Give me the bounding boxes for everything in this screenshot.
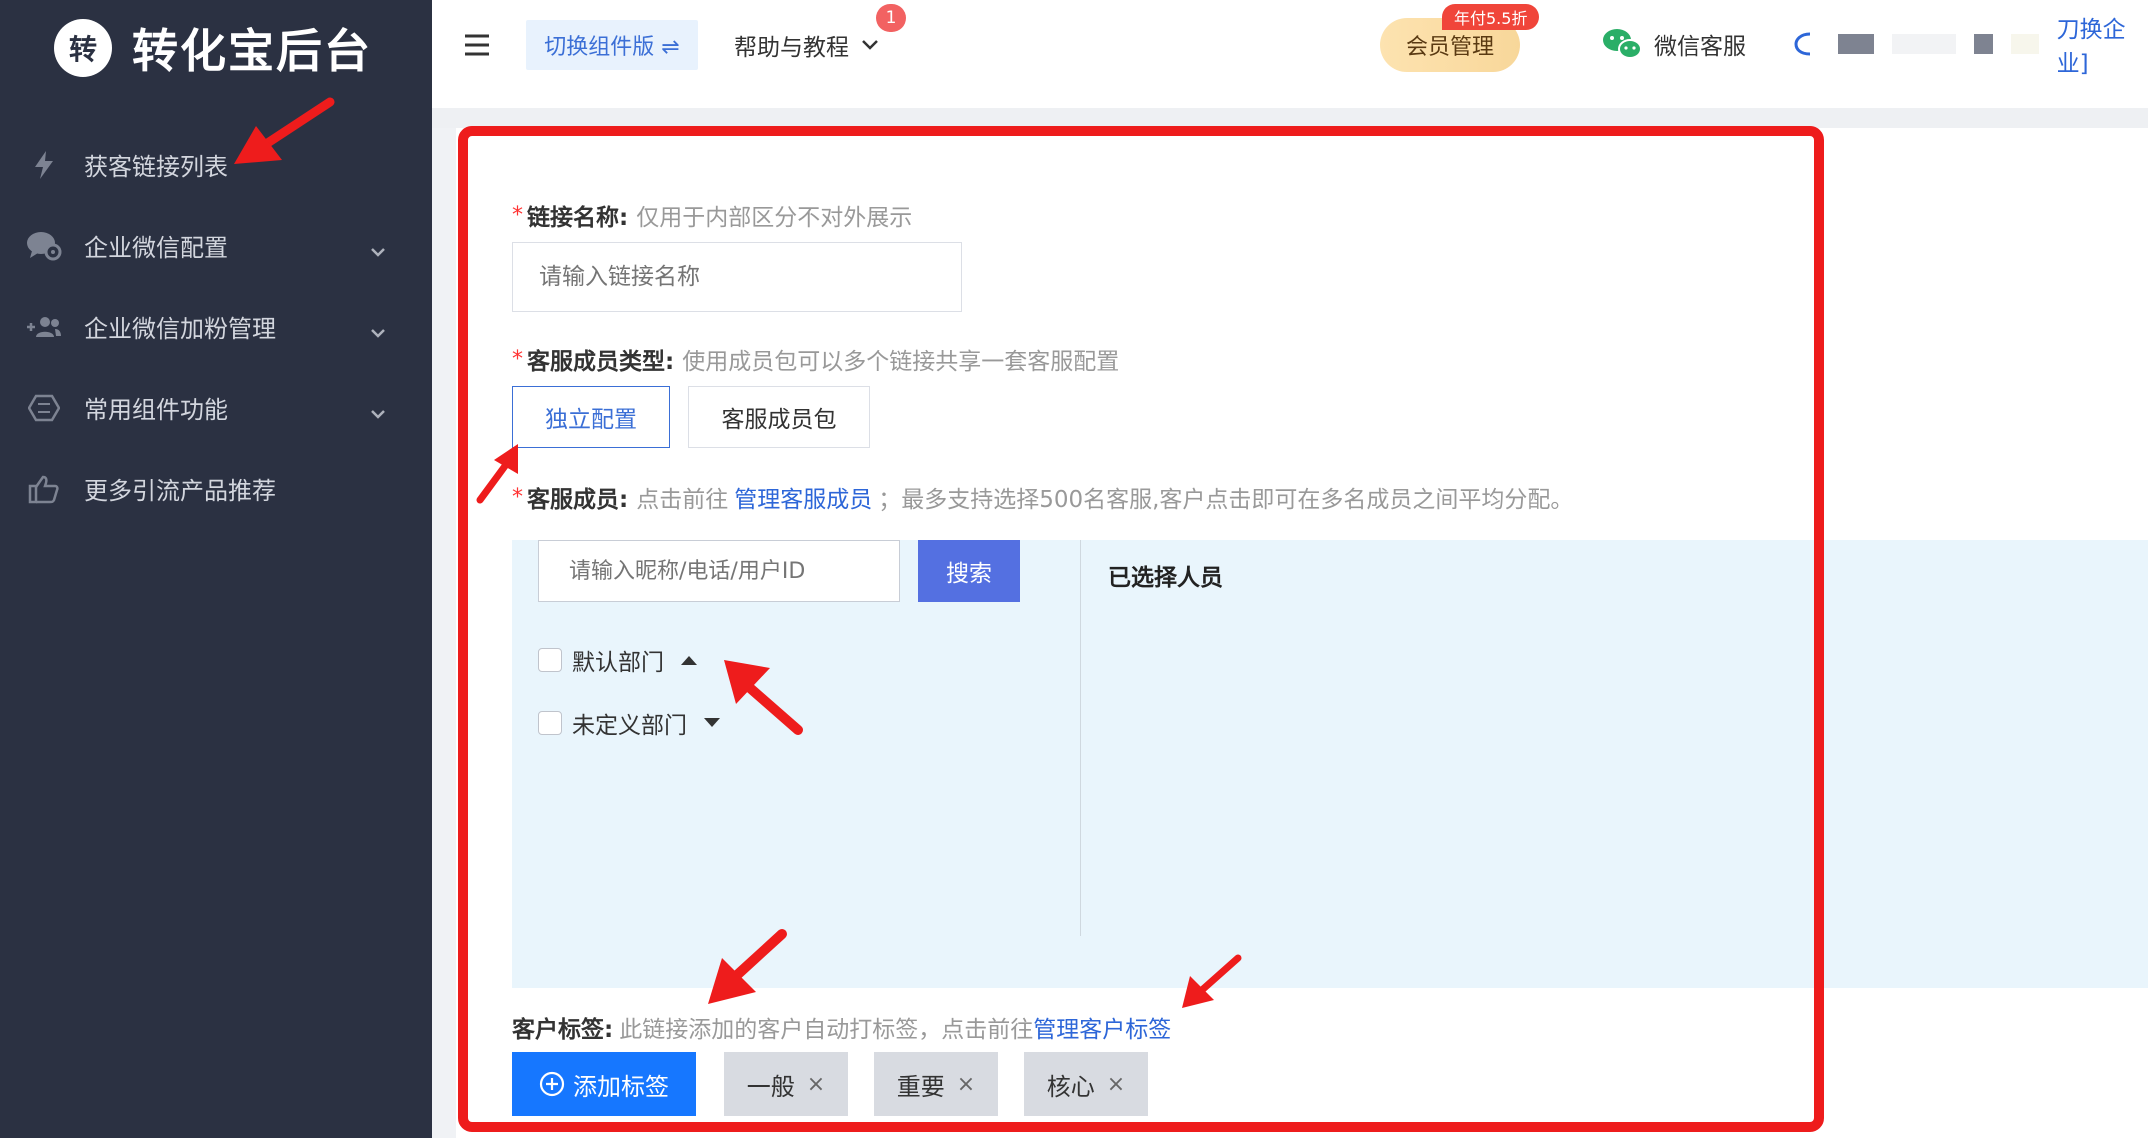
chat-settings-icon <box>26 228 62 264</box>
chevron-down-icon <box>370 397 386 425</box>
customer-tags-label: 客户标签: <box>512 1017 614 1043</box>
help-label: 帮助与教程 <box>734 35 849 61</box>
wechat-service-label: 微信客服 <box>1654 34 1746 60</box>
plus-circle-icon <box>539 1071 565 1097</box>
add-users-icon <box>26 309 62 345</box>
member-type-hint: 使用成员包可以多个链接共享一套客服配置 <box>682 349 1120 375</box>
content-gap <box>432 108 2148 128</box>
lightning-icon <box>26 147 62 183</box>
member-type-label-row: * 客服成员类型: 使用成员包可以多个链接共享一套客服配置 <box>512 342 1119 376</box>
required-mark: * <box>512 484 523 510</box>
help-tutorial-dropdown[interactable]: 帮助与教程 <box>734 20 879 70</box>
sidebar-item-lead-links[interactable]: 获客链接列表 <box>0 124 432 205</box>
sidebar-item-label: 获客链接列表 <box>84 153 228 181</box>
link-name-label-row: * 链接名称: 仅用于内部区分不对外展示 <box>512 198 912 232</box>
add-tag-button[interactable]: 添加标签 <box>512 1052 696 1116</box>
switch-enterprise-label: 刀换企业] <box>2056 17 2126 77</box>
department-row: 未定义部门 <box>538 708 721 739</box>
brand-title: 转化宝后台 <box>132 24 372 78</box>
members-label: 客服成员: <box>527 487 629 513</box>
wechat-service-link[interactable]: 微信客服 <box>1602 22 1746 66</box>
selected-members-title: 已选择人员 <box>1108 565 1223 591</box>
hexagon-icon <box>26 390 62 426</box>
redacted-block <box>1892 34 1956 54</box>
redacted-block <box>1838 34 1875 54</box>
sidebar-item-label: 更多引流产品推荐 <box>84 477 276 505</box>
department-name: 未定义部门 <box>572 713 687 739</box>
required-mark: * <box>512 202 523 228</box>
chevron-down-icon <box>370 235 386 263</box>
member-package-button[interactable]: 客服成员包 <box>688 386 870 448</box>
wechat-icon <box>1602 27 1642 61</box>
loading-icon <box>1792 30 1816 58</box>
sidebar-item-more-products[interactable]: 更多引流产品推荐 <box>0 448 432 529</box>
link-name-hint: 仅用于内部区分不对外展示 <box>636 205 913 231</box>
close-icon[interactable]: × <box>807 1072 825 1097</box>
link-name-input[interactable] <box>512 242 962 312</box>
tag-chip: 重要 × <box>874 1052 998 1116</box>
member-type-label: 客服成员类型: <box>527 349 675 375</box>
sidebar-item-wecom-fans[interactable]: 企业微信加粉管理 <box>0 286 432 367</box>
switch-component-version-button[interactable]: 切换组件版 ⇌ <box>526 20 698 70</box>
sidebar-item-label: 常用组件功能 <box>84 396 228 424</box>
redacted-block <box>1973 34 1994 54</box>
close-icon[interactable]: × <box>1107 1072 1125 1097</box>
members-hint-after: ；最多支持选择500名客服,客户点击即可在多名成员之间平均分配。 <box>878 487 1574 513</box>
member-search-input[interactable] <box>538 540 900 602</box>
sidebar-nav: 获客链接列表 企业微信配置 企业微信加粉管理 常用组件功能 更多引流产品推荐 <box>0 124 432 529</box>
department-checkbox[interactable] <box>538 711 562 735</box>
tag-chip: 核心 × <box>1024 1052 1148 1116</box>
members-label-row: * 客服成员: 点击前往 管理客服成员 ；最多支持选择500名客服,客户点击即可… <box>512 480 1573 514</box>
member-selector-area <box>512 540 2148 988</box>
redacted-block <box>2011 34 2039 54</box>
department-name: 默认部门 <box>572 650 664 676</box>
sidebar: 转 转化宝后台 获客链接列表 企业微信配置 企业微信加粉管理 常用组件功能 更多… <box>0 0 432 1138</box>
switch-enterprise-link[interactable]: 刀换企业] <box>1792 17 2148 77</box>
caret-down-icon[interactable] <box>703 717 721 729</box>
department-row: 默认部门 <box>538 645 698 676</box>
tag-chip: 一般 × <box>724 1052 848 1116</box>
sidebar-item-label: 企业微信配置 <box>84 234 228 262</box>
hamburger-menu-icon[interactable] <box>464 34 490 60</box>
link-name-label: 链接名称: <box>527 205 629 231</box>
close-icon[interactable]: × <box>957 1072 975 1097</box>
add-tag-label: 添加标签 <box>573 1072 669 1101</box>
members-hint-before: 点击前往 <box>636 487 729 513</box>
required-mark: * <box>512 346 523 372</box>
tag-chip-label: 核心 <box>1046 1072 1095 1101</box>
member-selector-divider <box>1080 540 1081 936</box>
brand: 转 转化宝后台 <box>54 18 372 78</box>
member-search-button[interactable]: 搜索 <box>918 540 1020 602</box>
top-bar: 切换组件版 ⇌ 帮助与教程 1 会员管理 年付5.5折 微信客服 刀换企业] <box>432 0 2148 108</box>
chevron-down-icon <box>370 316 386 344</box>
tag-chip-label: 一般 <box>746 1072 795 1101</box>
chevron-down-icon <box>861 39 879 51</box>
sidebar-item-label: 企业微信加粉管理 <box>84 315 276 343</box>
manage-service-members-link[interactable]: 管理客服成员 <box>734 480 872 514</box>
sidebar-item-common-components[interactable]: 常用组件功能 <box>0 367 432 448</box>
brand-logo: 转 <box>54 19 112 77</box>
sidebar-item-wecom-config[interactable]: 企业微信配置 <box>0 205 432 286</box>
customer-tags-label-row: 客户标签: 此链接添加的客户自动打标签，点击前往 管理客户标签 <box>512 1010 1171 1044</box>
discount-badge: 年付5.5折 <box>1442 4 1540 30</box>
tag-chip-label: 重要 <box>896 1072 945 1101</box>
independent-config-button[interactable]: 独立配置 <box>512 386 670 448</box>
department-checkbox[interactable] <box>538 648 562 672</box>
manage-customer-tags-link[interactable]: 管理客户标签 <box>1033 1010 1171 1044</box>
notification-badge: 1 <box>876 4 906 32</box>
customer-tags-hint: 此链接添加的客户自动打标签，点击前往 <box>619 1017 1034 1043</box>
caret-up-icon[interactable] <box>680 654 698 666</box>
thumbs-up-icon <box>26 471 62 507</box>
